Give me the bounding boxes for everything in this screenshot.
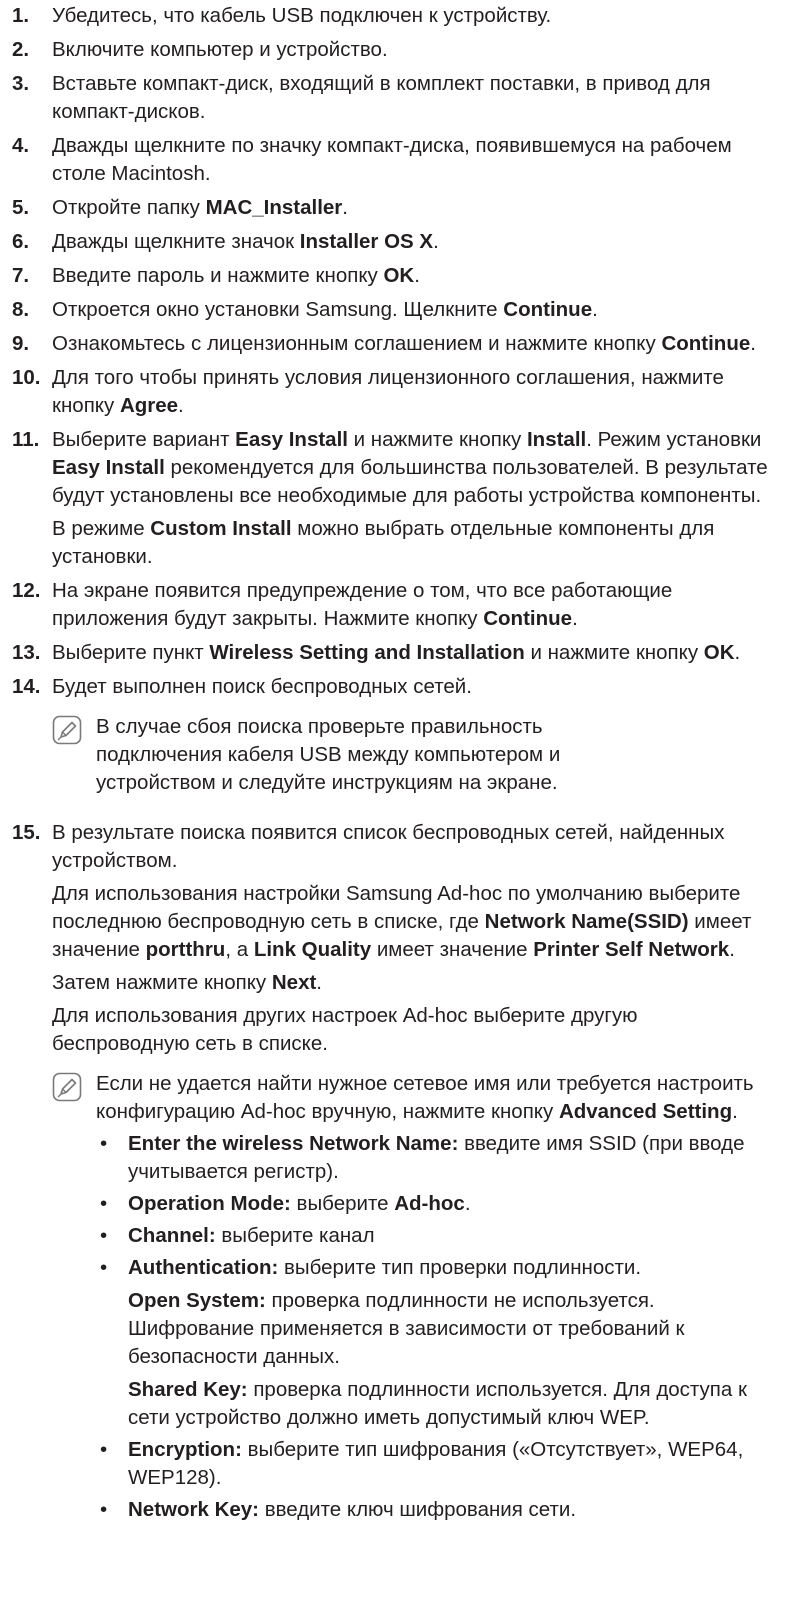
step-number: 3. — [12, 72, 30, 95]
step-text: Вставьте компакт-диск, входящий в компле… — [52, 72, 711, 123]
step-text: Выберите пункт Wireless Setting and Inst… — [52, 641, 741, 664]
step-number: 14. — [12, 675, 41, 698]
button-name: Continue — [503, 298, 593, 321]
install-steps-list: 1. Убедитесь, что кабель USB подключен к… — [0, 2, 790, 1544]
step-text: Выберите вариант Easy Install и нажмите … — [52, 428, 768, 507]
step-11: 11. Выберите вариант Easy Install и нажм… — [0, 426, 790, 571]
step-3: 3. Вставьте компакт-диск, входящий в ком… — [0, 70, 790, 126]
step-number: 6. — [12, 230, 30, 253]
step-text: Будет выполнен поиск беспроводных сетей. — [52, 675, 472, 698]
step-text: Ознакомьтесь с лицензионным соглашением … — [52, 332, 756, 355]
sub-option: Open System: проверка подлинности не исп… — [128, 1289, 685, 1368]
bullet: • — [100, 1132, 108, 1155]
bullet: • — [100, 1256, 108, 1279]
step-number: 13. — [12, 641, 41, 664]
note-box: Если не удается найти нужное сетевое имя… — [52, 1070, 772, 1528]
list-item: • Encryption: выберите тип шифрования («… — [96, 1436, 766, 1492]
step-4: 4. Дважды щелкните по значку компакт-дис… — [0, 132, 790, 188]
bullet: • — [100, 1438, 108, 1461]
bullet: • — [100, 1192, 108, 1215]
step-text: Убедитесь, что кабель USB подключен к ус… — [52, 4, 552, 27]
step-text-continued: Для использования других настроек Ad-hoc… — [52, 1004, 638, 1055]
step-6: 6. Дважды щелкните значок Installer OS X… — [0, 228, 790, 256]
step-1: 1. Убедитесь, что кабель USB подключен к… — [0, 2, 790, 30]
step-text-continued: Для использования настройки Samsung Ad-h… — [52, 882, 752, 961]
step-text: Откройте папку MAC_Installer. — [52, 196, 348, 219]
step-9: 9. Ознакомьтесь с лицензионным соглашени… — [0, 330, 790, 358]
button-name: Agree — [119, 394, 179, 417]
instruction-document: 1. Убедитесь, что кабель USB подключен к… — [0, 0, 790, 1544]
step-number: 8. — [12, 298, 30, 321]
list-item: • Channel: выберите канал — [96, 1222, 766, 1250]
note-pencil-icon — [52, 1070, 96, 1528]
step-text: На экране появится предупреждение о том,… — [52, 579, 673, 630]
button-name: OK — [383, 264, 415, 287]
step-5: 5. Откройте папку MAC_Installer. — [0, 194, 790, 222]
step-10: 10. Для того чтобы принять условия лицен… — [0, 364, 790, 420]
step-number: 10. — [12, 366, 41, 389]
installer-name: Installer OS X — [299, 230, 434, 253]
bullet: • — [100, 1498, 108, 1521]
step-number: 12. — [12, 579, 41, 602]
step-number: 11. — [12, 428, 40, 451]
step-text: Включите компьютер и устройство. — [52, 38, 388, 61]
step-12: 12. На экране появится предупреждение о … — [0, 577, 790, 633]
step-text: В результате поиска появится список бесп… — [52, 821, 725, 872]
step-13: 13. Выберите пункт Wireless Setting and … — [0, 639, 790, 667]
step-text-continued: Затем нажмите кнопку Next. — [52, 971, 322, 994]
step-14: 14. Будет выполнен поиск беспроводных се… — [0, 673, 790, 813]
step-text: Введите пароль и нажмите кнопку OK. — [52, 264, 420, 287]
list-item: • Authentication: выберите тип проверки … — [96, 1254, 766, 1432]
sub-option: Shared Key: проверка подлинности использ… — [128, 1378, 747, 1429]
step-text: Для того чтобы принять условия лицензион… — [52, 366, 724, 417]
button-name: Continue — [483, 607, 573, 630]
step-7: 7. Введите пароль и нажмите кнопку OK. — [0, 262, 790, 290]
step-number: 15. — [12, 821, 41, 844]
step-number: 7. — [12, 264, 30, 287]
list-item: • Operation Mode: выберите Ad-hoc. — [96, 1190, 766, 1218]
note-text: В случае сбоя поиска проверьте правильно… — [96, 715, 561, 794]
list-item: • Enter the wireless Network Name: введи… — [96, 1130, 766, 1186]
step-number: 9. — [12, 332, 30, 355]
list-item: • Network Key: введите ключ шифрования с… — [96, 1496, 766, 1524]
note-text: Если не удается найти нужное сетевое имя… — [96, 1072, 754, 1123]
step-8: 8. Откроется окно установки Samsung. Щел… — [0, 296, 790, 324]
button-name: Continue — [661, 332, 751, 355]
note-box: В случае сбоя поиска проверьте правильно… — [52, 713, 772, 797]
step-text: Откроется окно установки Samsung. Щелкни… — [52, 298, 598, 321]
step-number: 4. — [12, 134, 30, 157]
step-text: Дважды щелкните по значку компакт-диска,… — [52, 134, 732, 185]
folder-name: MAC_Installer — [205, 196, 343, 219]
step-number: 2. — [12, 38, 30, 61]
step-15: 15. В результате поиска появится список … — [0, 819, 790, 1544]
advanced-settings-list: • Enter the wireless Network Name: введи… — [96, 1130, 766, 1524]
step-text-continued: В режиме Custom Install можно выбрать от… — [52, 517, 715, 568]
step-number: 5. — [12, 196, 30, 219]
step-number: 1. — [12, 4, 30, 27]
step-2: 2. Включите компьютер и устройство. — [0, 36, 790, 64]
note-pencil-icon — [52, 713, 96, 797]
bullet: • — [100, 1224, 108, 1247]
step-text: Дважды щелкните значок Installer OS X. — [52, 230, 439, 253]
